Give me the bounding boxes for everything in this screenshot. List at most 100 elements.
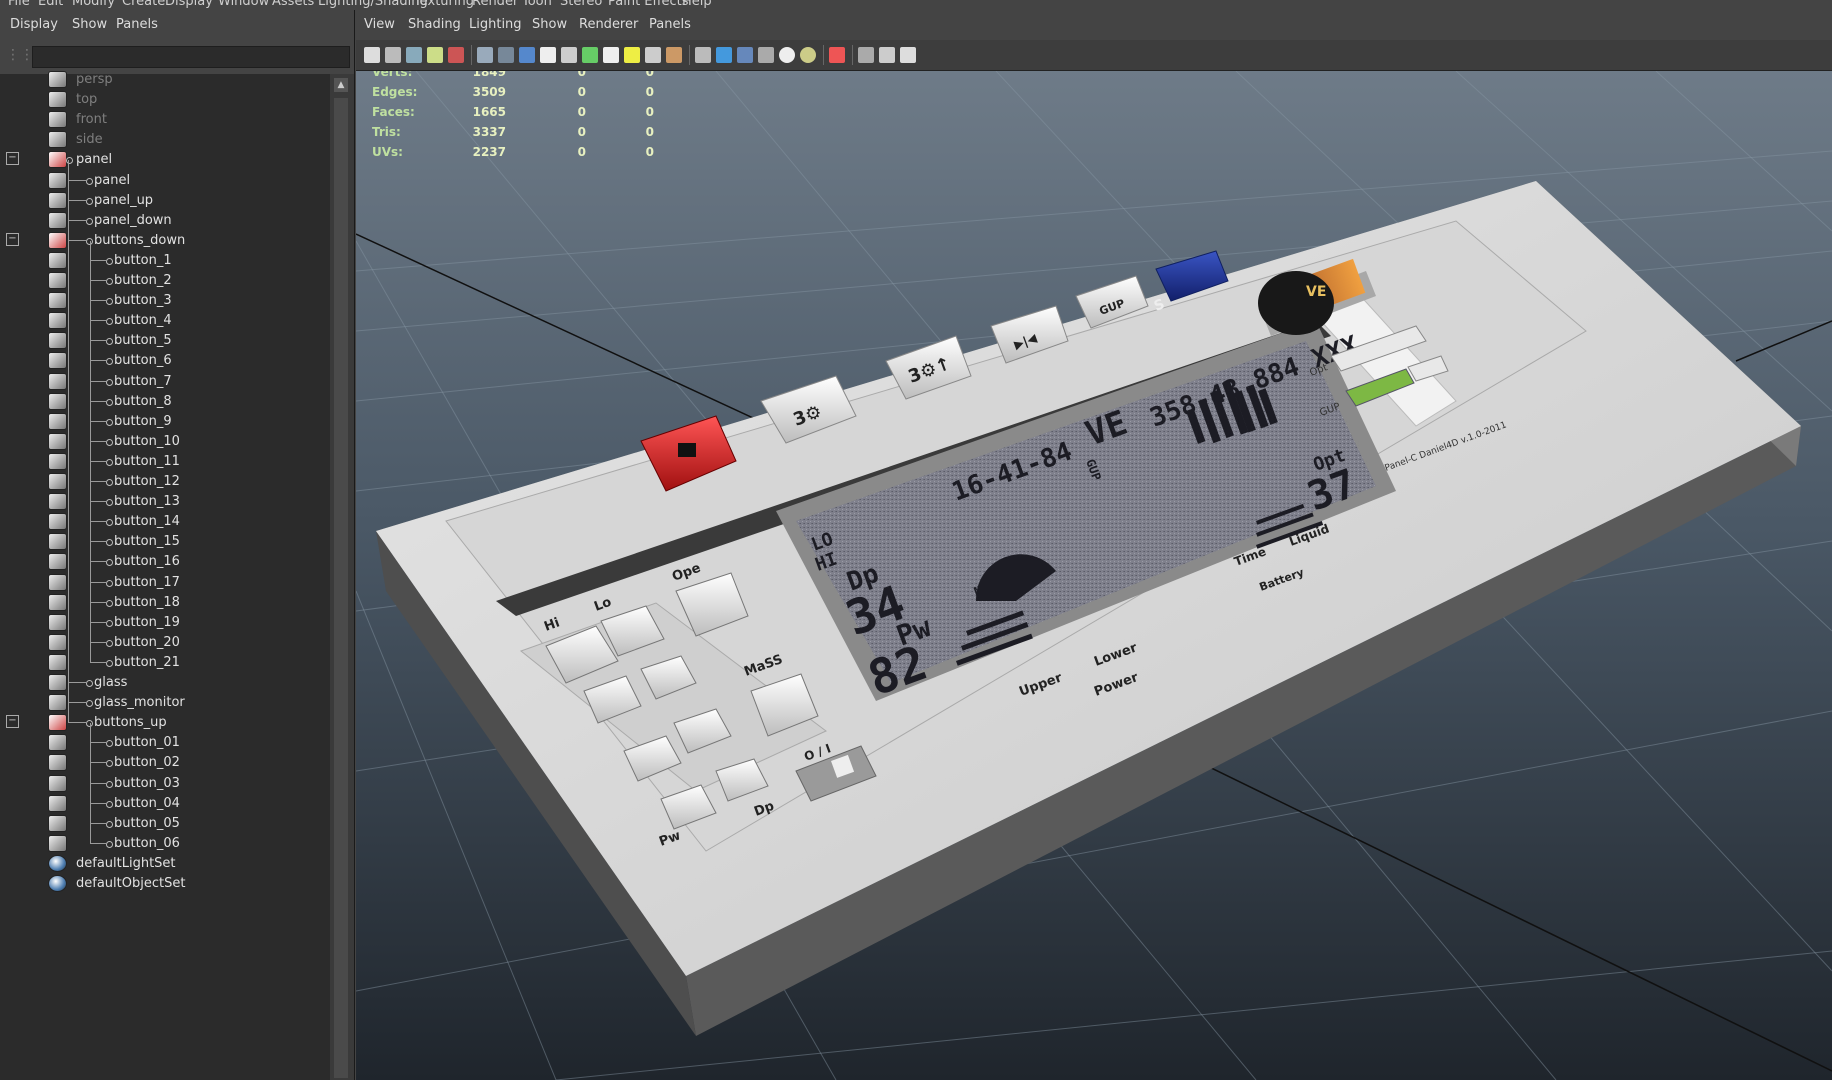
sphere-icon[interactable] (779, 47, 795, 63)
outliner-item-label: button_8 (114, 393, 172, 409)
collapse-icon[interactable]: − (6, 152, 19, 166)
node-dot (106, 659, 113, 667)
hud-value: 0 (577, 145, 586, 159)
smooth-shade-icon[interactable] (561, 47, 577, 63)
tree-branch (90, 460, 106, 462)
outliner-item-label: button_2 (114, 273, 172, 288)
tree-branch (90, 621, 106, 623)
joint-icon[interactable] (758, 47, 774, 63)
menu-window[interactable]: Window (218, 0, 269, 9)
outliner-search-input[interactable] (32, 46, 350, 68)
tree-branch (90, 380, 106, 382)
mesh-node-icon (48, 794, 67, 812)
outliner-item-label: button_12 (114, 474, 180, 489)
hud-icon[interactable] (498, 47, 514, 63)
hud-row: UVs: 2237 0 0 (372, 145, 654, 165)
shadows-icon[interactable] (645, 47, 661, 63)
layout-icon[interactable] (879, 47, 895, 63)
outliner-menu-panels[interactable]: Panels (116, 17, 158, 32)
viewport-menu-show[interactable]: Show (532, 17, 567, 32)
mesh-node-icon (48, 412, 67, 430)
node-dot (106, 418, 113, 426)
menu-stereo[interactable]: Stereo (560, 0, 602, 9)
wireframe-icon[interactable] (540, 47, 556, 63)
menu-assets[interactable]: Assets (272, 0, 314, 9)
isolate-icon[interactable] (666, 47, 682, 63)
menu-edit[interactable]: Edit (38, 0, 63, 9)
object-set-icon (48, 875, 67, 892)
tree-branch (90, 742, 106, 744)
mesh-node-icon (48, 533, 67, 551)
shaded-cube-icon[interactable] (716, 47, 732, 63)
menu-create[interactable]: Create (122, 0, 165, 9)
collapse-icon[interactable]: − (6, 232, 19, 246)
scrollbar-thumb[interactable] (334, 98, 348, 1078)
3d-scene[interactable]: 16-41-84 VE 358-43.884 XXX LO HI Dp 34 P… (356, 71, 1832, 1080)
hud-row: Tris: 3337 0 0 (372, 125, 654, 145)
mesh-node-icon (48, 211, 67, 229)
viewport-menu-view[interactable]: View (364, 17, 395, 32)
frame-icon[interactable] (858, 47, 874, 63)
node-dot (106, 358, 113, 366)
mesh-node-icon (48, 171, 67, 189)
outliner-item-label: button_5 (114, 333, 172, 349)
viewport-menu-shading[interactable]: Shading (408, 17, 461, 32)
node-dot (86, 680, 93, 687)
graph-icon[interactable] (900, 47, 916, 63)
xray-icon[interactable] (519, 47, 535, 63)
mesh-node-icon (48, 251, 67, 269)
viewport-menu-renderer[interactable]: Renderer (579, 17, 638, 32)
tree-branch (90, 501, 106, 503)
mesh-node-icon (48, 352, 67, 370)
outliner-item-label: button_1 (114, 252, 172, 268)
light-sphere-icon[interactable] (800, 47, 816, 63)
toolbar-separator (471, 45, 472, 65)
textured-icon[interactable] (582, 47, 598, 63)
viewport-menu-panels[interactable]: Panels (649, 17, 691, 32)
outliner-item-label: button_06 (114, 835, 180, 851)
menu-paint-effects[interactable]: Paint Effects (608, 0, 689, 9)
texture-icon[interactable] (603, 47, 619, 63)
bookmark-icon[interactable] (406, 47, 422, 63)
drag-handle-icon[interactable]: ⋮⋮ (6, 47, 34, 65)
node-dot (106, 840, 113, 848)
outliner-scrollbar[interactable]: ▲ (330, 74, 354, 1080)
hud-label: Edges: (372, 85, 418, 99)
menu-help[interactable]: Help (682, 0, 712, 9)
camera-attr-icon[interactable] (385, 47, 401, 63)
outliner-menu-display[interactable]: Display (10, 17, 58, 32)
menu-render[interactable]: Render (472, 0, 518, 9)
tree-branch (90, 661, 106, 663)
wireframe-cube-icon[interactable] (695, 47, 711, 63)
scroll-up-icon[interactable]: ▲ (334, 78, 348, 92)
select-icon[interactable] (829, 47, 845, 63)
resolution-gate-icon[interactable] (448, 47, 464, 63)
menu-texturing[interactable]: Texturing (414, 0, 474, 9)
outliner-item-defaultobjectset[interactable]: defaultObjectSet (0, 872, 330, 895)
outliner-menu-show[interactable]: Show (72, 17, 107, 32)
tree-branch (68, 219, 86, 221)
scene-render: 16-41-84 VE 358-43.884 XXX LO HI Dp 34 P… (356, 71, 1832, 1080)
outliner-item-label: button_15 (114, 534, 180, 550)
film-gate-icon[interactable] (427, 47, 443, 63)
menu-modify[interactable]: Modify (72, 0, 115, 9)
menu-file[interactable]: File (8, 0, 30, 9)
outliner-item-label: side (76, 132, 103, 148)
node-dot (106, 579, 113, 587)
viewport-menu-lighting[interactable]: Lighting (469, 17, 522, 32)
hud-value: 0 (645, 145, 654, 159)
tree-branch (68, 179, 86, 181)
grid-icon[interactable] (477, 47, 493, 63)
menu-toon[interactable]: Toon (522, 0, 552, 9)
outliner-item-label: panel_down (94, 212, 172, 228)
outliner-item-label: button_18 (114, 594, 180, 610)
node-dot (106, 318, 113, 326)
xray-cube-icon[interactable] (737, 47, 753, 63)
menu-lighting-shading[interactable]: Lighting/Shading (318, 0, 428, 9)
hud-value: 1665 (472, 105, 506, 119)
lights-icon[interactable] (624, 47, 640, 63)
node-dot (86, 700, 93, 708)
collapse-icon[interactable]: − (6, 715, 19, 729)
camera-icon[interactable] (364, 47, 380, 63)
menu-display[interactable]: Display (165, 0, 213, 9)
